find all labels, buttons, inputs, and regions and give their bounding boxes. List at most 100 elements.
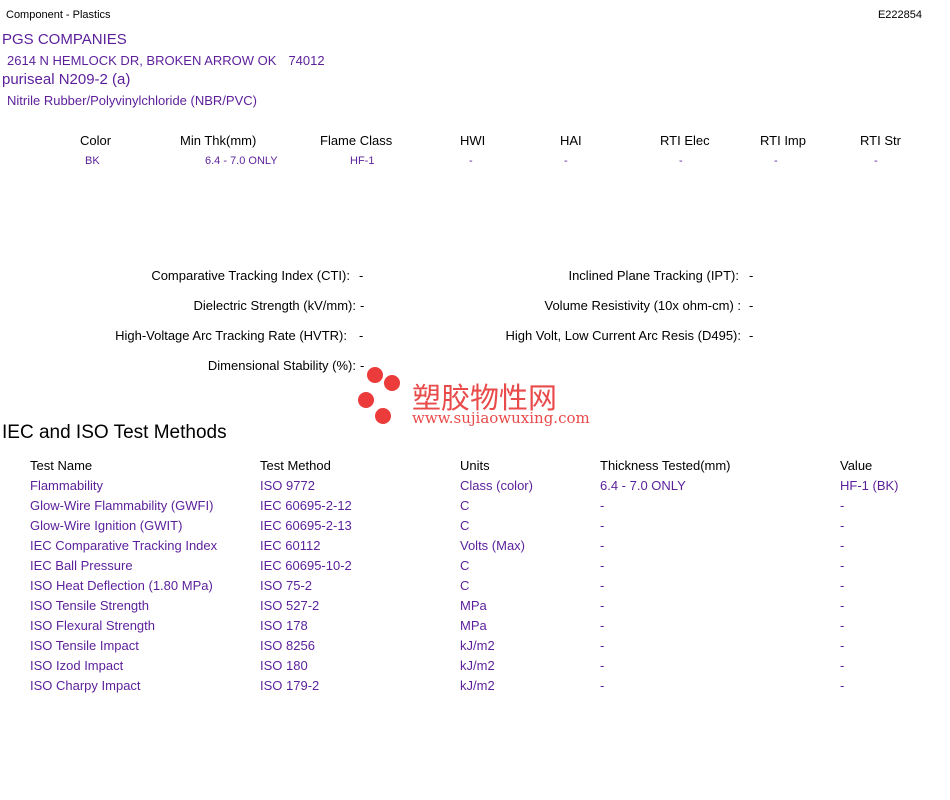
- cell-test-method: IEC 60112: [260, 538, 321, 553]
- cell-thickness: -: [600, 598, 605, 613]
- cti-value: -: [359, 268, 364, 283]
- product-material: Nitrile Rubber/Polyvinylchloride (NBR/PV…: [7, 93, 257, 108]
- hvtr-label: High-Voltage Arc Tracking Rate (HVTR):: [115, 328, 347, 343]
- cell-value: -: [840, 658, 845, 673]
- hvtr-value: -: [359, 328, 364, 343]
- dielectric-strength-value: -: [360, 298, 365, 313]
- prop-header-hwi: HWI: [460, 133, 486, 148]
- table-row: IEC Ball Pressure IEC 60695-10-2 C - -: [0, 558, 950, 578]
- cell-test-method: IEC 60695-2-13: [260, 518, 352, 533]
- cell-test-name: Flammability: [30, 478, 103, 493]
- cell-units: MPa: [460, 618, 487, 633]
- cell-value: -: [840, 578, 845, 593]
- cell-units: kJ/m2: [460, 658, 495, 673]
- iec-header-test-name: Test Name: [30, 458, 93, 473]
- dimensional-stability-label: Dimensional Stability (%):: [207, 358, 356, 373]
- cell-value: HF-1 (BK): [840, 478, 899, 493]
- cti-label: Comparative Tracking Index (CTI):: [151, 268, 350, 283]
- company-address: 2614 N HEMLOCK DR, BROKEN ARROW OK 74012: [7, 53, 325, 68]
- prop-header-flame-class: Flame Class: [320, 133, 393, 148]
- cell-thickness: -: [600, 638, 605, 653]
- cell-units: Volts (Max): [460, 538, 526, 553]
- cell-value: -: [840, 618, 845, 633]
- file-number: E222854: [877, 9, 922, 21]
- cell-units: Class (color): [460, 478, 533, 493]
- table-row: Glow-Wire Flammability (GWFI) IEC 60695-…: [0, 498, 950, 518]
- cell-units: MPa: [460, 598, 487, 613]
- prop-value-color: BK: [85, 155, 100, 167]
- cell-test-method: ISO 178: [260, 618, 308, 633]
- volume-resistivity-value: -: [749, 298, 754, 313]
- cell-value: -: [840, 498, 845, 513]
- table-row: ISO Tensile Strength ISO 527-2 MPa - -: [0, 598, 950, 618]
- address-street: 2614 N HEMLOCK DR, BROKEN ARROW OK: [7, 53, 277, 68]
- cell-thickness: -: [600, 658, 605, 673]
- cell-units: C: [460, 498, 470, 513]
- cell-test-method: IEC 60695-10-2: [260, 558, 352, 573]
- iec-header-test-method: Test Method: [260, 458, 331, 473]
- prop-value-min-thk: 6.4 - 7.0 ONLY: [205, 155, 278, 167]
- cell-test-method: ISO 527-2: [260, 598, 320, 613]
- cell-test-name: Glow-Wire Ignition (GWIT): [30, 518, 183, 533]
- cell-units: C: [460, 558, 470, 573]
- cell-test-name: IEC Comparative Tracking Index: [30, 538, 218, 553]
- prop-value-rti-str: -: [874, 155, 878, 167]
- volume-resistivity-label: Volume Resistivity (10x ohm-cm) :: [544, 298, 742, 313]
- cell-value: -: [840, 538, 845, 553]
- watermark-dot-icon: [384, 375, 400, 391]
- table-row: IEC Comparative Tracking Index IEC 60112…: [0, 538, 950, 558]
- cell-test-name: ISO Heat Deflection (1.80 MPa): [30, 578, 213, 593]
- prop-value-rti-elec: -: [679, 155, 683, 167]
- cell-test-method: ISO 75-2: [260, 578, 313, 593]
- cell-thickness: -: [600, 498, 605, 513]
- dimensional-stability-value: -: [360, 358, 365, 373]
- prop-value-flame-class: HF-1: [350, 155, 375, 167]
- category-label: Component - Plastics: [6, 9, 111, 21]
- cell-value: -: [840, 678, 845, 693]
- iec-header-units: Units: [460, 458, 490, 473]
- table-row: ISO Charpy Impact ISO 179-2 kJ/m2 - -: [0, 678, 950, 698]
- cell-units: C: [460, 578, 470, 593]
- cell-units: kJ/m2: [460, 638, 495, 653]
- table-row: Flammability ISO 9772 Class (color) 6.4 …: [0, 478, 950, 498]
- iec-header-value: Value: [840, 458, 873, 473]
- d495-label: High Volt, Low Current Arc Resis (D495):: [505, 328, 741, 343]
- watermark-dot-icon: [375, 408, 391, 424]
- prop-header-min-thk: Min Thk(mm): [180, 133, 257, 148]
- cell-test-name: IEC Ball Pressure: [30, 558, 133, 573]
- prop-value-hai: -: [564, 155, 568, 167]
- cell-units: kJ/m2: [460, 678, 495, 693]
- table-row: ISO Flexural Strength ISO 178 MPa - -: [0, 618, 950, 638]
- cell-test-name: ISO Tensile Impact: [30, 638, 139, 653]
- prop-header-rti-imp: RTI Imp: [760, 133, 806, 148]
- ipt-label: Inclined Plane Tracking (IPT):: [568, 268, 739, 283]
- prop-value-rti-imp: -: [774, 155, 778, 167]
- prop-header-hai: HAI: [560, 133, 582, 148]
- cell-test-name: ISO Charpy Impact: [30, 678, 141, 693]
- prop-header-rti-str: RTI Str: [860, 133, 901, 148]
- cell-test-method: ISO 9772: [260, 478, 315, 493]
- cell-thickness: 6.4 - 7.0 ONLY: [600, 478, 686, 493]
- cell-thickness: -: [600, 578, 605, 593]
- prop-value-hwi: -: [469, 155, 473, 167]
- cell-thickness: -: [600, 678, 605, 693]
- dielectric-strength-label: Dielectric Strength (kV/mm):: [193, 298, 356, 313]
- cell-test-method: IEC 60695-2-12: [260, 498, 352, 513]
- cell-value: -: [840, 638, 845, 653]
- watermark-dot-icon: [367, 367, 383, 383]
- d495-value: -: [749, 328, 754, 343]
- table-row: ISO Heat Deflection (1.80 MPa) ISO 75-2 …: [0, 578, 950, 598]
- cell-test-name: ISO Tensile Strength: [30, 598, 149, 613]
- cell-test-name: Glow-Wire Flammability (GWFI): [30, 498, 214, 513]
- cell-test-name: ISO Izod Impact: [30, 658, 124, 673]
- cell-thickness: -: [600, 518, 605, 533]
- iec-section-title: IEC and ISO Test Methods: [2, 422, 227, 443]
- watermark-url: www.sujiaowuxing.com: [412, 409, 590, 427]
- cell-test-method: ISO 8256: [260, 638, 315, 653]
- cell-test-method: ISO 180: [260, 658, 308, 673]
- prop-header-rti-elec: RTI Elec: [660, 133, 710, 148]
- table-row: Glow-Wire Ignition (GWIT) IEC 60695-2-13…: [0, 518, 950, 538]
- cell-value: -: [840, 518, 845, 533]
- cell-thickness: -: [600, 558, 605, 573]
- cell-thickness: -: [600, 538, 605, 553]
